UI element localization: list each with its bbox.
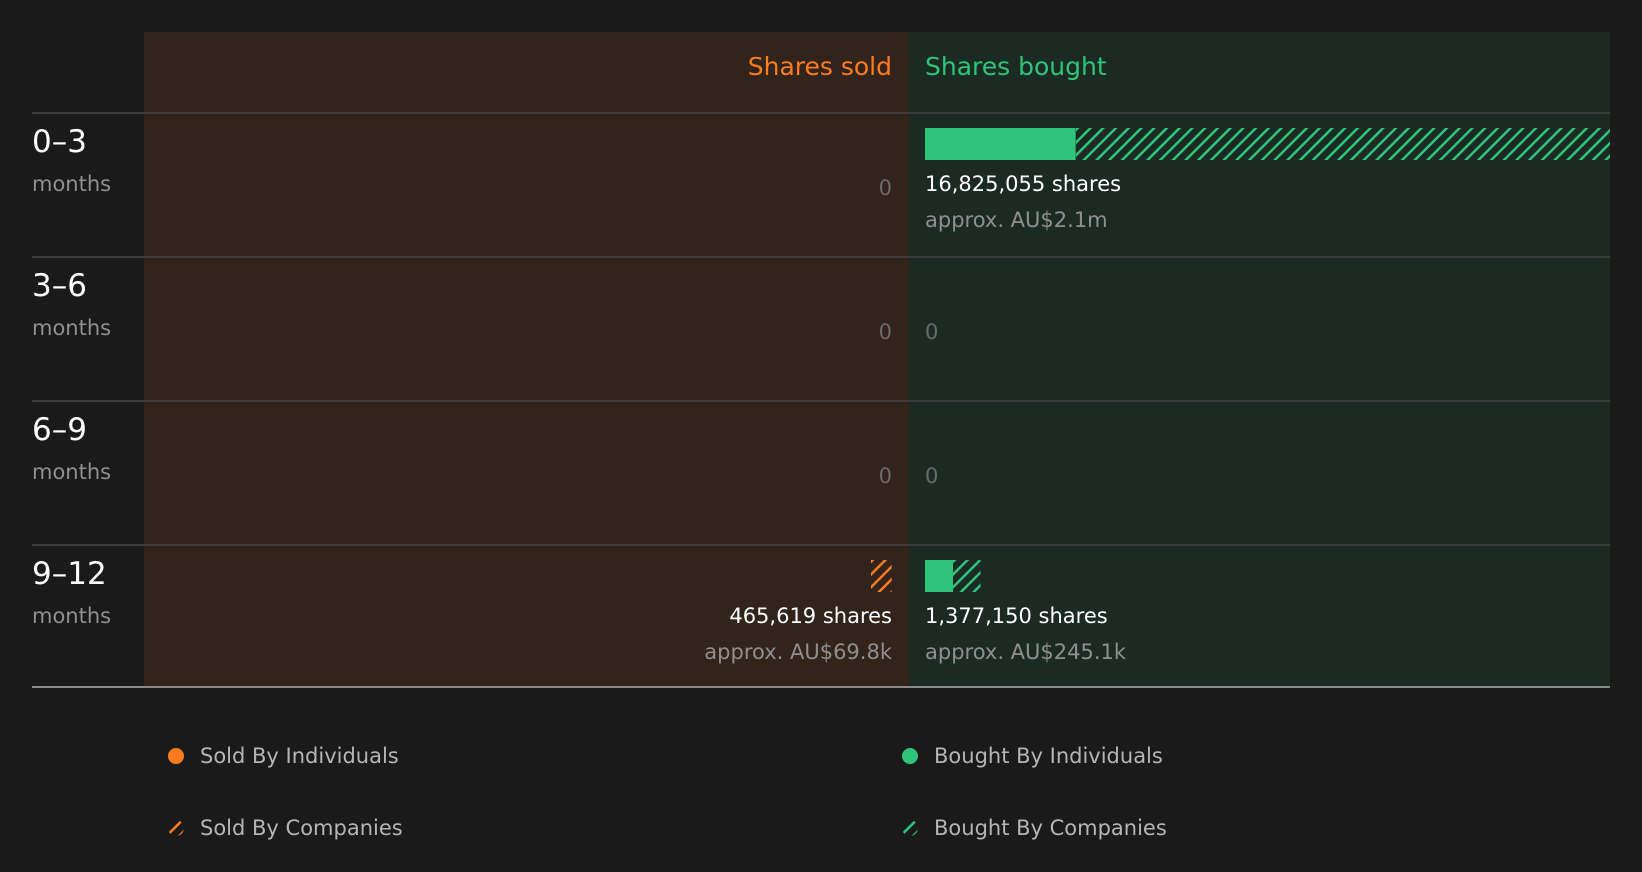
chart-bottom-rule <box>32 686 1610 688</box>
sold-zero-label: 0 <box>878 464 892 488</box>
bought-shares-label: 1,377,150 shares <box>925 604 1108 628</box>
bought-zero-label: 0 <box>925 320 939 344</box>
bought-shares-label: 16,825,055 shares <box>925 172 1122 196</box>
row-divider <box>32 400 1610 402</box>
legend-bought-individuals: Bought By Individuals <box>902 744 1163 768</box>
bought-value-label: approx. AU$2.1m <box>925 208 1108 232</box>
legend-label: Bought By Individuals <box>934 744 1163 768</box>
bought-zero-label: 0 <box>925 464 939 488</box>
period-unit: months <box>32 604 112 628</box>
legend-label: Sold By Individuals <box>200 744 399 768</box>
period-label: 6–9 <box>32 412 87 448</box>
sold-zero-label: 0 <box>878 320 892 344</box>
period-label: 9–12 <box>32 556 107 592</box>
legend-bought-companies: Bought By Companies <box>902 816 1167 840</box>
bar-bought-companies <box>953 560 982 592</box>
bought-value-label: approx. AU$245.1k <box>925 640 1127 664</box>
header-shares-sold: Shares sold <box>747 52 892 81</box>
bar-bought-individuals <box>925 128 1076 160</box>
sold-zero-label: 0 <box>878 176 892 200</box>
legend-label: Bought By Companies <box>934 816 1167 840</box>
bar-bought-companies <box>1075 128 1610 160</box>
period-label: 0–3 <box>32 124 87 160</box>
row-divider <box>32 256 1610 258</box>
legend-sold-companies: Sold By Companies <box>168 816 403 840</box>
row-divider <box>32 112 1610 114</box>
period-unit: months <box>32 460 112 484</box>
green-hatched-dot-icon <box>902 820 918 836</box>
bar-bought-individuals <box>925 560 954 592</box>
header-shares-bought: Shares bought <box>925 52 1107 81</box>
row-divider <box>32 544 1610 546</box>
period-label: 3–6 <box>32 268 87 304</box>
sold-value-label: approx. AU$69.8k <box>704 640 892 664</box>
sold-shares-label: 465,619 shares <box>729 604 892 628</box>
legend-sold-individuals: Sold By Individuals <box>168 744 399 768</box>
legend-label: Sold By Companies <box>200 816 403 840</box>
orange-hatched-dot-icon <box>168 820 184 836</box>
period-unit: months <box>32 172 112 196</box>
sold-panel <box>144 32 909 688</box>
bar-sold-companies <box>871 560 892 592</box>
green-dot-icon <box>902 748 918 764</box>
period-unit: months <box>32 316 112 340</box>
orange-dot-icon <box>168 748 184 764</box>
